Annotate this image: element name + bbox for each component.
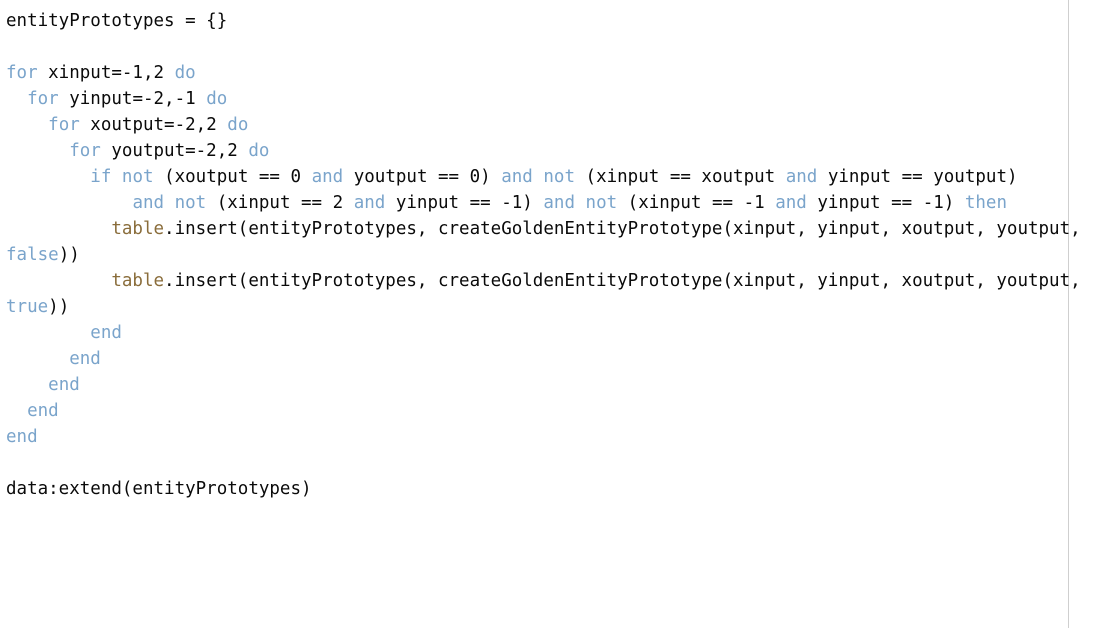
code-line: table.insert(entityPrototypes, createGol… bbox=[6, 216, 1106, 268]
code-line: table.insert(entityPrototypes, createGol… bbox=[6, 268, 1106, 320]
code-token: do bbox=[174, 63, 196, 83]
code-token: not bbox=[174, 193, 207, 213]
code-token: table bbox=[111, 271, 165, 291]
code-line: end bbox=[6, 424, 1106, 450]
code-token: and bbox=[785, 167, 818, 187]
code-line: end bbox=[6, 398, 1106, 424]
code-token: and bbox=[311, 167, 344, 187]
code-token: yinput == -1) bbox=[385, 193, 544, 213]
code-token: (xinput == 2 bbox=[206, 193, 354, 213]
code-line: end bbox=[6, 320, 1106, 346]
code-token: )) bbox=[48, 297, 70, 317]
code-token: youtput=-2,2 bbox=[100, 141, 249, 161]
code-token: .insert(entityPrototypes, createGoldenEn… bbox=[164, 271, 1092, 291]
code-token: end bbox=[6, 427, 38, 447]
code-line: end bbox=[6, 346, 1106, 372]
code-token: xinput=-1,2 bbox=[37, 63, 175, 83]
code-token: end bbox=[27, 401, 59, 421]
code-token: xoutput=-2,2 bbox=[79, 115, 228, 135]
code-line: data:extend(entityPrototypes) bbox=[6, 476, 1106, 502]
code-token: yinput=-2,-1 bbox=[58, 89, 207, 109]
code-token: if bbox=[90, 167, 112, 187]
code-line: for xoutput=-2,2 do bbox=[6, 112, 1106, 138]
code-content[interactable]: entityPrototypes = {} for xinput=-1,2 do … bbox=[0, 0, 1106, 502]
code-token: end bbox=[69, 349, 101, 369]
code-line: for yinput=-2,-1 do bbox=[6, 86, 1106, 112]
code-token: end bbox=[48, 375, 80, 395]
code-token: false bbox=[6, 245, 59, 265]
code-token: )) bbox=[58, 245, 80, 265]
code-token: end bbox=[90, 323, 122, 343]
code-token: .insert(entityPrototypes, createGoldenEn… bbox=[164, 219, 1092, 239]
code-token: not bbox=[543, 167, 575, 187]
code-line: entityPrototypes = {} bbox=[6, 8, 1106, 34]
code-token: yinput == -1) bbox=[806, 193, 965, 213]
code-token: and bbox=[543, 193, 575, 213]
code-token: (xinput == xoutput bbox=[575, 167, 786, 187]
code-token: true bbox=[6, 297, 49, 317]
code-token: and bbox=[775, 193, 807, 213]
code-token: (xinput == -1 bbox=[617, 193, 776, 213]
code-token: for bbox=[48, 115, 80, 135]
code-token: do bbox=[206, 89, 228, 109]
code-token: do bbox=[248, 141, 270, 161]
code-token: entityPrototypes = {} bbox=[6, 11, 228, 31]
code-line: and not (xinput == 2 and yinput == -1) a… bbox=[6, 190, 1106, 216]
code-token: (xoutput == 0 bbox=[153, 167, 312, 187]
code-line: end bbox=[6, 372, 1106, 398]
code-token: not bbox=[121, 167, 154, 187]
code-token: youtput == 0) bbox=[343, 167, 502, 187]
code-line: for xinput=-1,2 do bbox=[6, 60, 1106, 86]
code-token: for bbox=[27, 89, 59, 109]
code-token: do bbox=[227, 115, 249, 135]
code-token: for bbox=[6, 63, 38, 83]
code-token: and bbox=[501, 167, 533, 187]
code-token: and bbox=[132, 193, 165, 213]
code-token: then bbox=[964, 193, 1007, 213]
code-token: yinput == youtput) bbox=[817, 167, 1018, 187]
code-token: data:extend(entityPrototypes) bbox=[6, 479, 312, 499]
code-token: table bbox=[111, 219, 165, 239]
code-line: for youtput=-2,2 do bbox=[6, 138, 1106, 164]
code-token: not bbox=[585, 193, 618, 213]
code-token: and bbox=[353, 193, 386, 213]
code-editor[interactable]: entityPrototypes = {} for xinput=-1,2 do … bbox=[0, 0, 1112, 628]
code-token: for bbox=[69, 141, 101, 161]
code-line: if not (xoutput == 0 and youtput == 0) a… bbox=[6, 164, 1106, 190]
